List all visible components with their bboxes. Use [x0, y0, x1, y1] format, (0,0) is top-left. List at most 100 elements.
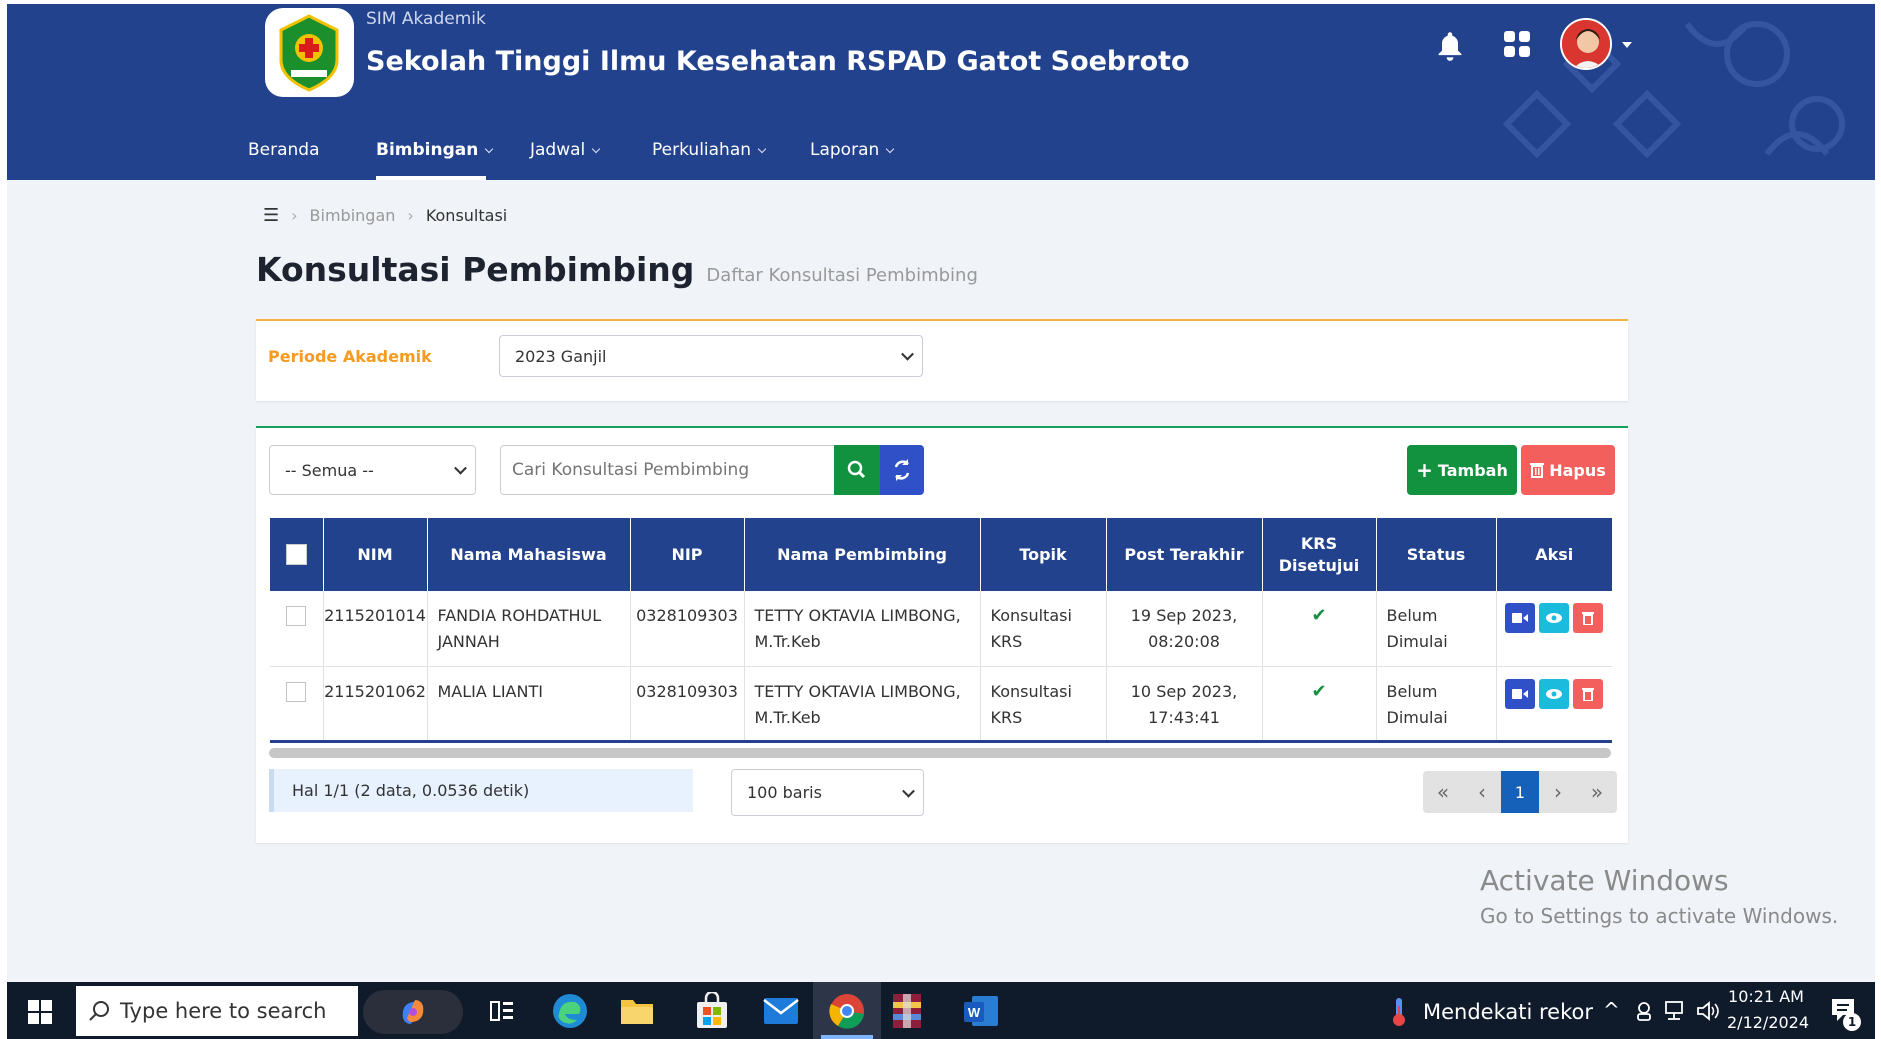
page-last-button[interactable]: » — [1577, 771, 1617, 813]
page-current-button[interactable]: 1 — [1501, 771, 1539, 813]
view-button[interactable] — [1539, 603, 1570, 633]
header-post-terakhir[interactable]: Post Terakhir — [1106, 518, 1263, 591]
period-card: Periode Akademik 2023 Ganjil — [256, 319, 1628, 401]
refresh-button[interactable] — [880, 445, 924, 495]
row-delete-button[interactable] — [1573, 678, 1604, 709]
periode-select[interactable]: 2023 Ganjil — [499, 335, 923, 377]
avatar-caret-icon[interactable] — [1622, 42, 1632, 48]
video-call-button[interactable] — [1505, 678, 1536, 709]
word-icon[interactable]: W — [962, 994, 1000, 1028]
periode-value: 2023 Ganjil — [515, 346, 607, 366]
cell-nim: 2115201062 — [323, 666, 428, 741]
status-filter-select[interactable]: -- Semua -- — [269, 445, 476, 495]
horizontal-scrollbar[interactable] — [269, 748, 1611, 758]
cell-post-terakhir: 19 Sep 2023, 08:20:08 — [1106, 591, 1263, 666]
header-nip[interactable]: NIP — [630, 518, 745, 591]
check-icon: ✔ — [1262, 591, 1377, 666]
row-select-cell — [270, 591, 324, 666]
header-krs-disetujui[interactable]: KRS Disetujui — [1262, 518, 1377, 591]
chrome-icon — [829, 994, 864, 1029]
nav-beranda[interactable]: Beranda — [248, 140, 320, 160]
row-delete-button[interactable] — [1573, 603, 1604, 633]
table-row: 2115201014 FANDIA ROHDATHUL JANNAH 03281… — [270, 591, 1612, 666]
view-button[interactable] — [1539, 678, 1570, 709]
microsoft-store-icon[interactable] — [695, 992, 729, 1030]
header-topik[interactable]: Topik — [980, 518, 1107, 591]
cell-nama-mahasiswa: MALIA LIANTI — [427, 666, 631, 741]
delete-label: Hapus — [1549, 460, 1606, 480]
page-prev-button[interactable]: ‹ — [1463, 771, 1501, 813]
grid-icon[interactable] — [1504, 31, 1531, 58]
page-next-button[interactable]: › — [1539, 771, 1577, 813]
cell-nip: 0328109303 — [630, 591, 745, 666]
cell-status: Belum Dimulai — [1376, 666, 1497, 741]
nav-laporan[interactable]: Laporan — [810, 140, 895, 160]
cell-nip: 0328109303 — [630, 666, 745, 741]
chevron-down-icon — [454, 461, 467, 475]
mail-icon[interactable] — [763, 996, 799, 1026]
copilot-icon — [402, 1000, 424, 1024]
cell-topik: Konsultasi KRS — [980, 591, 1107, 666]
file-explorer-icon[interactable] — [619, 994, 655, 1028]
nav-jadwal[interactable]: Jadwal — [530, 140, 601, 160]
header-aksi: Aksi — [1496, 518, 1612, 591]
app-header: SIM Akademik Sekolah Tinggi Ilmu Kesehat… — [7, 4, 1875, 180]
rows-per-page-select[interactable]: 100 baris — [731, 769, 924, 816]
chevron-down-icon — [902, 784, 915, 798]
page-title: Konsultasi Pembimbing — [256, 250, 695, 289]
add-button[interactable]: + Tambah — [1407, 445, 1517, 495]
page-subtitle: Daftar Konsultasi Pembimbing — [706, 265, 978, 286]
nav-perkuliahan[interactable]: Perkuliahan — [652, 140, 767, 160]
edge-icon[interactable] — [551, 992, 589, 1030]
row-checkbox[interactable] — [286, 681, 307, 702]
select-all-checkbox[interactable] — [285, 544, 307, 565]
trash-icon — [1582, 612, 1595, 625]
institution-logo[interactable] — [265, 8, 354, 97]
windows-start-icon[interactable] — [28, 1000, 52, 1024]
header-nim[interactable]: NIM — [323, 518, 428, 591]
breadcrumb-separator: › — [291, 206, 298, 225]
delete-button[interactable]: Hapus — [1521, 445, 1615, 495]
pagination-info: Hal 1/1 (2 data, 0.0536 detik) — [269, 769, 693, 812]
volume-icon[interactable] — [1696, 1000, 1722, 1022]
eye-icon — [1546, 688, 1563, 699]
cell-status: Belum Dimulai — [1376, 591, 1497, 666]
bell-icon[interactable] — [1436, 30, 1464, 62]
meet-now-icon[interactable] — [1634, 1000, 1654, 1022]
nav-bimbingan[interactable]: Bimbingan — [376, 140, 494, 160]
cell-topik: Konsultasi KRS — [980, 666, 1107, 741]
nav-label: Bimbingan — [376, 140, 479, 160]
header-nama-mahasiswa[interactable]: Nama Mahasiswa — [427, 518, 631, 591]
video-call-button[interactable] — [1505, 603, 1536, 633]
task-view-icon[interactable] — [489, 998, 515, 1024]
avatar[interactable] — [1560, 18, 1612, 70]
trash-icon — [1530, 463, 1545, 478]
chrome-taskbar-item[interactable] — [813, 982, 881, 1039]
check-icon: ✔ — [1262, 666, 1377, 741]
copilot-button[interactable] — [363, 990, 463, 1034]
tray-chevron-up-icon[interactable]: ^ — [1603, 998, 1620, 1022]
header-status[interactable]: Status — [1376, 518, 1497, 591]
chevron-down-icon — [901, 347, 914, 361]
row-checkbox[interactable] — [286, 606, 307, 626]
cell-nama-pembimbing: TETTY OKTAVIA LIMBONG, M.Tr.Keb — [744, 591, 981, 666]
status-filter-value: -- Semua -- — [285, 460, 374, 480]
breadcrumb-bimbingan[interactable]: Bimbingan — [310, 206, 396, 225]
clock-date[interactable]: 2/12/2024 — [1727, 1013, 1809, 1032]
taskbar-search[interactable]: Type here to search — [76, 986, 358, 1036]
clock-time[interactable]: 10:21 AM — [1727, 987, 1805, 1006]
search-field[interactable] — [501, 446, 834, 494]
weather-text[interactable]: Mendekati rekor — [1423, 1000, 1593, 1024]
breadcrumb-separator: › — [407, 206, 414, 225]
winrar-icon[interactable] — [889, 992, 925, 1030]
taskbar: Type here to search W Mendekati rekor ^ … — [7, 982, 1875, 1039]
app-subtitle: SIM Akademik — [366, 9, 486, 29]
network-icon[interactable] — [1663, 1000, 1689, 1022]
page-first-button[interactable]: « — [1423, 771, 1463, 813]
menu-icon[interactable]: ☰ — [263, 205, 279, 226]
search-button[interactable] — [834, 445, 880, 495]
header-nama-pembimbing[interactable]: Nama Pembimbing — [744, 518, 981, 591]
search-input[interactable] — [500, 445, 835, 495]
select-all-header — [270, 518, 324, 591]
chevron-down-icon — [485, 144, 494, 154]
